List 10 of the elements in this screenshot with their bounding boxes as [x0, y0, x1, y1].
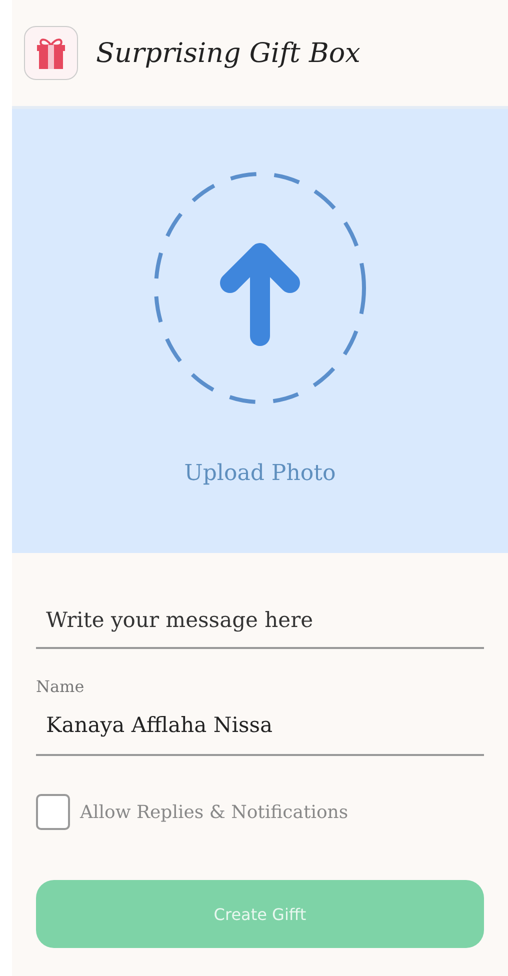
upload-area[interactable]: Upload Photo — [12, 109, 508, 553]
message-field[interactable]: Write your message here — [36, 593, 484, 649]
name-field[interactable]: Kanaya Afflaha Nissa — [36, 696, 484, 756]
upload-label: Upload Photo — [184, 461, 336, 486]
checkbox-label: Allow Replies & Notifications — [80, 802, 348, 822]
gift-icon — [24, 26, 78, 80]
checkbox[interactable] — [36, 794, 70, 830]
app-title: Surprising Gift Box — [96, 38, 360, 68]
name-label: Name — [36, 677, 86, 696]
upload-icon — [153, 171, 367, 405]
